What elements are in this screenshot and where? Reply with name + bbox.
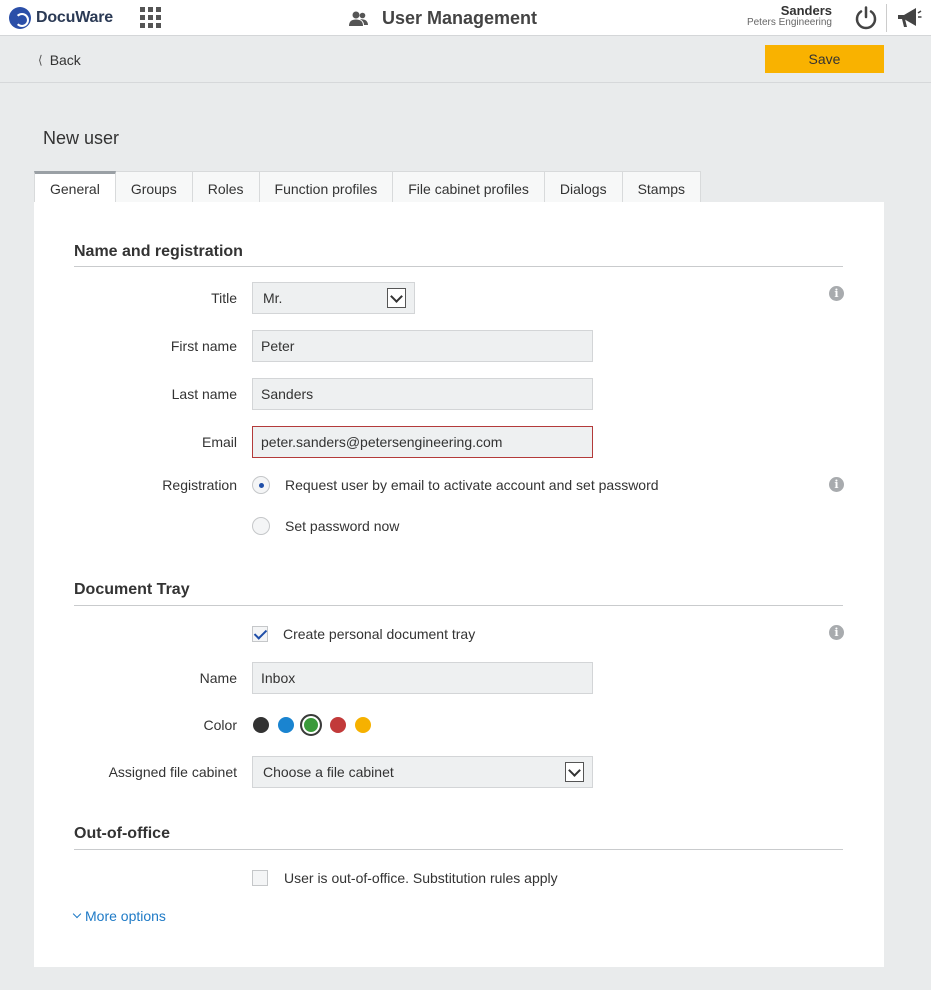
file-cabinet-label: Assigned file cabinet — [108, 764, 237, 780]
section-divider — [74, 605, 843, 606]
docuware-logo-icon — [9, 7, 31, 29]
tab-dialogs[interactable]: Dialogs — [544, 171, 623, 203]
registration-option-request-email: Request user by email to activate accoun… — [285, 477, 659, 493]
file-cabinet-select[interactable]: Choose a file cabinet — [252, 756, 593, 788]
out-of-office-checkbox[interactable] — [252, 870, 268, 886]
section-title-out-of-office: Out-of-office — [74, 825, 170, 842]
tray-name-field[interactable]: Inbox — [252, 662, 593, 694]
tab-stamps[interactable]: Stamps — [622, 171, 702, 203]
registration-label: Registration — [162, 477, 237, 493]
first-name-field[interactable]: Peter — [252, 330, 593, 362]
tab-roles[interactable]: Roles — [192, 171, 260, 203]
file-cabinet-select-value: Choose a file cabinet — [263, 764, 394, 780]
megaphone-icon[interactable] — [896, 6, 922, 30]
info-icon[interactable]: i — [829, 477, 844, 492]
tab-bar: General Groups Roles Function profiles F… — [34, 171, 702, 203]
app-title-text: User Management — [382, 8, 538, 28]
user-name: Sanders — [780, 3, 832, 18]
last-name-field[interactable]: Sanders — [252, 378, 593, 410]
color-swatch-red[interactable] — [330, 717, 346, 733]
color-swatch-green[interactable] — [300, 714, 322, 736]
users-icon — [349, 11, 368, 26]
user-company: Peters Engineering — [746, 17, 832, 28]
section-title-name-registration: Name and registration — [74, 243, 243, 260]
email-field[interactable]: peter.sanders@petersengineering.com — [252, 426, 593, 458]
registration-option-set-password: Set password now — [285, 518, 400, 534]
top-bar: DocuWare User Management Sanders Peters … — [0, 0, 931, 36]
page-title: New user — [43, 128, 120, 148]
chevron-down-icon — [565, 762, 584, 782]
tray-name-label: Name — [199, 670, 237, 686]
color-swatch-black[interactable] — [253, 717, 269, 733]
more-options-link[interactable]: More options — [72, 908, 166, 924]
create-tray-checkbox[interactable] — [252, 626, 268, 642]
registration-radio-request-email[interactable] — [252, 476, 270, 494]
chevron-left-icon: ⟨ — [38, 53, 43, 67]
apps-grid-icon[interactable] — [140, 7, 161, 28]
app-title: User Management — [349, 8, 537, 29]
tab-general[interactable]: General — [34, 171, 116, 203]
section-title-document-tray: Document Tray — [74, 581, 190, 598]
create-tray-label: Create personal document tray — [283, 626, 476, 642]
registration-radio-set-password[interactable] — [252, 517, 270, 535]
info-icon[interactable]: i — [829, 625, 844, 640]
power-icon[interactable] — [853, 5, 879, 31]
last-name-label: Last name — [171, 386, 237, 402]
save-button[interactable]: Save — [765, 45, 884, 73]
title-select[interactable]: Mr. — [252, 282, 415, 314]
more-options-label: More options — [85, 908, 166, 924]
color-swatch-blue[interactable] — [278, 717, 294, 733]
section-divider — [74, 266, 843, 267]
tab-function-profiles[interactable]: Function profiles — [259, 171, 394, 203]
title-select-value: Mr. — [263, 290, 283, 306]
header-divider — [886, 4, 887, 32]
color-label: Color — [203, 717, 237, 733]
tab-file-cabinet-profiles[interactable]: File cabinet profiles — [393, 171, 545, 203]
chevron-down-icon — [72, 909, 82, 919]
docuware-logo[interactable]: DocuWare — [9, 7, 113, 29]
action-bar: ⟨ Back Save — [0, 36, 931, 83]
tab-groups[interactable]: Groups — [115, 171, 193, 203]
info-icon[interactable]: i — [829, 286, 844, 301]
section-divider — [74, 849, 843, 850]
back-label: Back — [49, 52, 81, 68]
first-name-label: First name — [170, 338, 237, 354]
logo-text: DocuWare — [36, 9, 113, 26]
color-swatch-yellow[interactable] — [355, 717, 371, 733]
title-label: Title — [211, 290, 237, 306]
chevron-down-icon — [387, 288, 406, 308]
email-label: Email — [201, 434, 237, 450]
out-of-office-label: User is out-of-office. Substitution rule… — [284, 870, 558, 886]
back-button[interactable]: ⟨ Back — [38, 52, 81, 68]
user-menu[interactable]: Sanders Peters Engineering — [746, 3, 832, 29]
